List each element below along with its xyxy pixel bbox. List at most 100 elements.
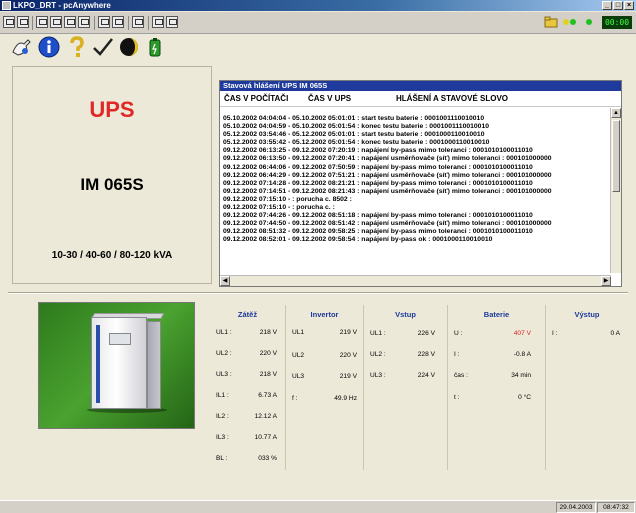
clipboard-icon[interactable] (50, 16, 62, 28)
section-divider (8, 292, 628, 294)
invertor-title: Invertor (310, 310, 339, 319)
scale-icon[interactable] (112, 16, 124, 28)
invertor-column: Invertor UL1 219 V UL2 220 V UL3 219 V f :4… (286, 305, 364, 470)
help-icon[interactable] (66, 36, 88, 58)
app-icon (2, 1, 11, 10)
scroll-right-arrow-icon[interactable]: ▶ (601, 276, 611, 286)
log-title: Stavová hlášení UPS IM 065S (220, 81, 621, 91)
measurement-row: UL1 :226 V (370, 330, 435, 337)
measurement-row: UL3 :224 V (370, 372, 435, 379)
print-icon[interactable] (78, 16, 90, 28)
ups-rating: 10-30 / 40-60 / 80-120 kVA (51, 250, 173, 261)
vstup-title: Vstup (395, 310, 416, 319)
remote-toolbar: 00:00 (0, 12, 636, 34)
minimize-button[interactable]: _ (602, 1, 612, 10)
log-line: 09.12.2002 06:13:50 - 09.12.2002 07:20:4… (223, 155, 552, 163)
log-line: 05.10.2002 04:04:59 - 05.10.2002 05:01:5… (223, 123, 490, 131)
battery-icon[interactable] (144, 36, 166, 58)
toolbar-separator (128, 16, 129, 30)
log-list[interactable]: 05.10.2002 04:04:04 - 05.10.2002 05:01:0… (223, 115, 605, 269)
scroll-left-arrow-icon[interactable]: ◀ (220, 276, 230, 286)
screen-icon[interactable] (17, 16, 29, 28)
log-line: 05.10.2002 04:04:04 - 05.10.2002 05:01:0… (223, 115, 485, 122)
info-icon[interactable] (38, 36, 60, 58)
maximize-button[interactable]: □ (613, 1, 623, 10)
measurement-row: UL2 :220 V (216, 350, 277, 357)
window-icon[interactable] (98, 16, 110, 28)
status-bar: 29.04.2003 08:47:32 (0, 500, 636, 513)
chat-icon[interactable] (36, 16, 48, 28)
ups-brand: UPS (89, 97, 135, 122)
ups-cabinet-image (38, 302, 195, 429)
measurement-row: UL1 :218 V (216, 329, 277, 336)
log-line: 09.12.2002 07:15:10 - : porucha c. 8502 … (223, 195, 352, 203)
window-titlebar: LKPO_DRT - pcAnywhere _ □ × (0, 0, 636, 11)
scroll-up-arrow-icon[interactable]: ▲ (611, 108, 621, 118)
toolbar-separator (94, 16, 95, 30)
log-horizontal-scrollbar[interactable]: ◀ ▶ (220, 275, 611, 286)
disconnect-icon[interactable] (166, 16, 178, 28)
measurement-row: IL2 :12.12 A (216, 413, 277, 420)
measurement-row: UL2 :228 V (370, 351, 435, 358)
log-line: 09.12.2002 06:44:29 - 09.12.2002 07:51:2… (223, 171, 552, 179)
folder-icon[interactable] (544, 15, 558, 29)
toolbar-separator (148, 16, 149, 30)
measurement-row: I : -0.8 A (454, 351, 531, 358)
checkmark-icon[interactable] (92, 36, 114, 58)
measurement-row: UL2 220 V (292, 352, 357, 359)
measurement-row: čas :34 min (454, 372, 531, 379)
col-message: HLÁŠENÍ A STAVOVÉ SLOVO (396, 94, 509, 103)
log-vertical-scrollbar[interactable]: ▲ (610, 108, 621, 273)
vstup-column: Vstup UL1 :226 V UL2 :228 V UL3 :224 V (364, 305, 448, 470)
log-line: 09.12.2002 06:13:25 - 09.12.2002 07:20:1… (223, 147, 533, 155)
status-date: 29.04.2003 (556, 502, 596, 513)
log-line: 05.12.2002 03:55:42 - 05.12.2002 05:01:5… (223, 139, 490, 147)
log-line: 05.12.2002 03:54:46 - 05.12.2002 05:01:0… (223, 131, 485, 139)
log-line: 09.12.2002 07:14:28 - 09.12.2002 08:21:2… (223, 179, 533, 187)
measurement-row: UL3 219 V (292, 373, 357, 380)
measurement-row: UL3 :218 V (216, 371, 277, 378)
measurement-row: t :0 °C (454, 394, 531, 401)
col-pc-time: ČAS V POČÍTAČI (224, 94, 289, 103)
log-line: 09.12.2002 07:44:50 - 09.12.2002 08:51:4… (223, 220, 552, 228)
measurement-row: f :49.9 Hz (292, 395, 357, 402)
log-line: 09.12.2002 07:14:51 - 09.12.2002 08:21:4… (223, 187, 552, 195)
toolbar-separator (32, 16, 33, 30)
connection-icon[interactable] (10, 36, 32, 58)
connect-icon[interactable] (152, 16, 164, 28)
ups-model: IM 065S (80, 175, 144, 194)
file-transfer-icon[interactable] (3, 16, 15, 28)
measurement-row: I :0 A (552, 330, 620, 337)
keyboard-icon[interactable] (64, 16, 76, 28)
baterie-title: Baterie (483, 310, 510, 319)
log-line: 09.12.2002 07:44:26 - 09.12.2002 08:51:1… (223, 212, 533, 220)
log-line: 09.12.2002 08:52:01 - 09.12.2002 09:58:5… (223, 236, 493, 244)
measurements-panel: Zátěž UL1 :218 V UL2 :220 V UL3 :218 V I… (210, 305, 630, 470)
status-lights-icon (562, 15, 576, 29)
close-button[interactable]: × (624, 1, 634, 10)
ups-info-panel: UPS IM 065S 10-30 / 40-60 / 80-120 kVA (12, 66, 212, 284)
vystup-column: Výstup I :0 A (546, 305, 628, 470)
log-line: 09.12.2002 07:15:10 - : porucha c. : (223, 204, 335, 212)
measurement-row: UL1 219 V (292, 329, 357, 336)
log-header: ČAS V POČÍTAČI ČAS V UPS HLÁŠENÍ A STAVO… (220, 91, 621, 107)
measurement-row: IL3 :10.77 A (216, 434, 277, 441)
signal-icon (582, 15, 596, 29)
scroll-thumb[interactable] (612, 120, 620, 192)
zatez-column: Zátěž UL1 :218 V UL2 :220 V UL3 :218 V I… (210, 305, 286, 470)
col-ups-time: ČAS V UPS (308, 94, 352, 103)
options-icon[interactable] (132, 16, 144, 28)
measurement-row: BL :033 % (216, 455, 277, 462)
vystup-title: Výstup (574, 310, 600, 319)
baterie-column: Baterie U :407 V I : -0.8 A čas :34 min t… (448, 305, 546, 470)
zatez-title: Zátěž (237, 310, 258, 319)
session-clock: 00:00 (602, 16, 632, 29)
measurement-row: IL1 :6.73 A (216, 392, 277, 399)
log-line: 09.12.2002 06:44:06 - 09.12.2002 07:50:5… (223, 163, 533, 171)
window-title: LKPO_DRT - pcAnywhere (13, 1, 111, 10)
moon-icon[interactable] (118, 36, 140, 58)
status-log-panel: Stavová hlášení UPS IM 065S ČAS V POČÍTA… (219, 80, 622, 287)
log-line: 09.12.2002 08:51:32 - 09.12.2002 09:58:2… (223, 228, 533, 236)
measurement-row: U :407 V (454, 330, 531, 337)
status-time: 08:47:32 (597, 502, 635, 513)
